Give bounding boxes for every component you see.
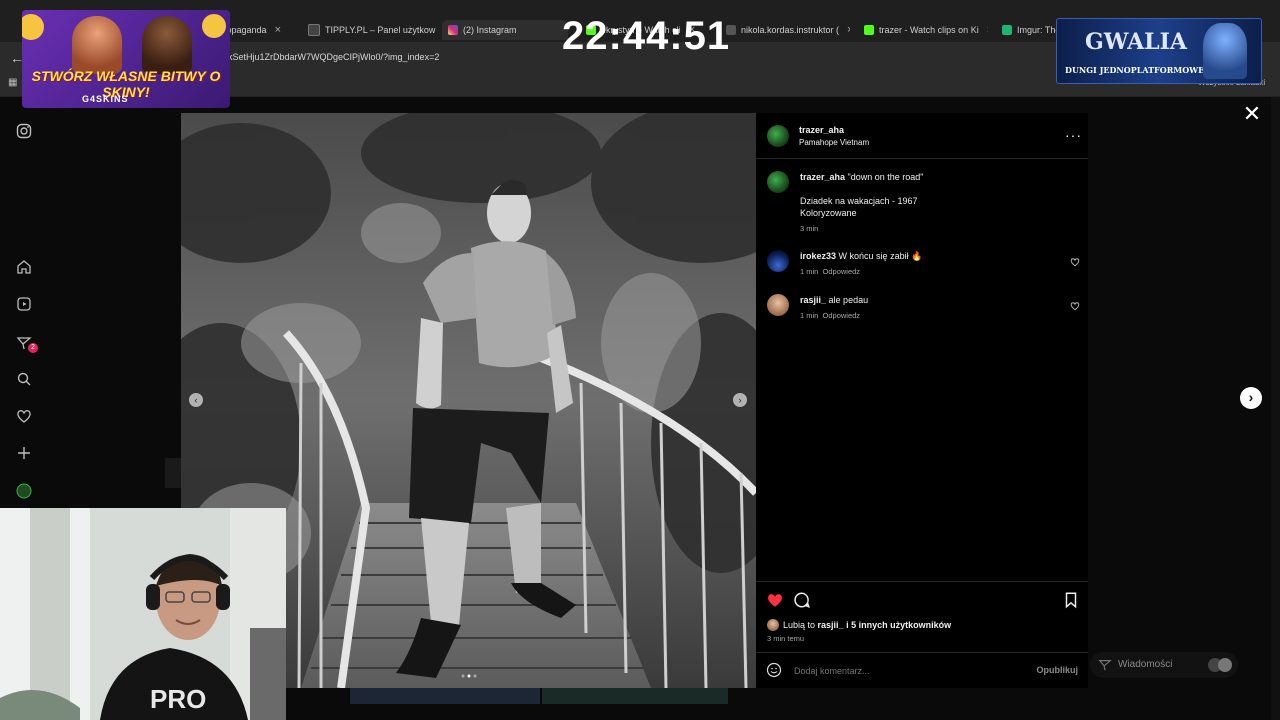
- tab-close-icon[interactable]: ×: [275, 24, 281, 36]
- save-bookmark-icon[interactable]: [1062, 591, 1080, 609]
- publish-button[interactable]: Opublikuj: [1037, 665, 1079, 675]
- avatar: [1218, 658, 1232, 672]
- stream-clock: 22:44:51: [562, 14, 731, 58]
- tab-label: TIPPLY.PL – Panel użytkow: [325, 25, 436, 35]
- comment-meta: 1 min Odpowiedz: [800, 267, 860, 276]
- caption-quote: "down on the road": [847, 172, 924, 182]
- likes-prefix: Lubią to: [783, 620, 816, 630]
- carousel-dots: [460, 673, 478, 679]
- gwalia-promo-banner: GWALIA DUNGI JEDNOPLATFORMOWE: [1056, 18, 1262, 84]
- create-plus-icon[interactable]: [14, 443, 34, 463]
- tab-close-icon[interactable]: ×: [987, 24, 988, 36]
- messages-pill[interactable]: Wiadomości: [1090, 652, 1238, 678]
- instagram-favicon: [448, 25, 458, 35]
- divider: [756, 581, 1088, 582]
- author-avatar[interactable]: [767, 125, 789, 147]
- fighter-illustration: [142, 16, 192, 74]
- like-heart-icon[interactable]: [766, 591, 784, 609]
- knight-illustration: [1203, 23, 1247, 79]
- home-icon[interactable]: [14, 257, 34, 277]
- caption-header: trazer_aha "down on the road": [800, 171, 924, 183]
- promo-title: GWALIA: [1085, 29, 1187, 55]
- instagram-sidebar: 2: [0, 97, 50, 517]
- messages-label: Wiadomości: [1118, 659, 1173, 670]
- background-thumbnail: [350, 688, 540, 704]
- apps-grid-icon[interactable]: ▦: [8, 77, 20, 89]
- comment-avatar[interactable]: [767, 250, 789, 272]
- webcam-image: PRO: [0, 508, 286, 720]
- comment-like-heart-icon[interactable]: [1070, 298, 1080, 311]
- browser-tab[interactable]: TIPPLY.PL – Panel użytkow×: [308, 20, 438, 40]
- carousel-next-icon[interactable]: ›: [733, 393, 747, 407]
- post-location[interactable]: Pamahope Vietnam: [799, 138, 869, 147]
- comment-time: 1 min: [800, 311, 819, 320]
- likes-others[interactable]: i 5 innych użytkowników: [846, 620, 951, 630]
- author-username[interactable]: trazer_aha: [799, 125, 844, 135]
- comment-username[interactable]: irokez33: [800, 251, 836, 261]
- caption-avatar[interactable]: [767, 171, 789, 193]
- caption-line: Dziadek na wakacjach - 1967: [800, 196, 918, 206]
- instagram-logo-icon[interactable]: [14, 121, 34, 141]
- background-thumbnail: [542, 688, 728, 704]
- browser-tab[interactable]: nikola.kordas.instruktor ( ×: [726, 20, 850, 40]
- post-details-panel: trazer_aha Pamahope Vietnam ··· trazer_a…: [756, 113, 1088, 688]
- caption-timestamp: 3 min: [800, 224, 819, 233]
- search-icon[interactable]: [14, 369, 34, 389]
- webcam-feed: PRO: [0, 508, 286, 720]
- comment-input[interactable]: [792, 663, 1016, 679]
- close-icon[interactable]: ✕: [1242, 103, 1262, 125]
- more-options-icon[interactable]: ···: [1065, 127, 1082, 143]
- comment-avatar[interactable]: [767, 294, 789, 316]
- tab-close-icon[interactable]: ×: [847, 24, 850, 36]
- carousel-prev-icon[interactable]: ‹: [189, 393, 203, 407]
- url-input[interactable]: kSetHju1ZrDbdarW7WQDgeCIPjWlo0/?img_inde…: [228, 52, 439, 62]
- browser-tab[interactable]: trazer - Watch clips on Ki ×: [864, 20, 988, 40]
- reels-icon[interactable]: [14, 294, 34, 314]
- emoji-icon[interactable]: [766, 662, 782, 678]
- tab-label: Imgur: The: [1017, 25, 1058, 35]
- tab-label: nikola.kordas.instruktor (: [741, 25, 840, 35]
- notifications-heart-icon[interactable]: [14, 406, 34, 426]
- comment-username[interactable]: rasjii_: [800, 295, 826, 305]
- comment-time: 1 min: [800, 267, 819, 276]
- post-timestamp: 3 min temu: [767, 634, 805, 643]
- g4skins-promo-banner: STWÓRZ WŁASNE BITWY O SKINY! G4SKINS: [22, 10, 230, 108]
- comment-body: W końcu się zabił 🔥: [838, 251, 923, 261]
- fighter-illustration: [72, 16, 122, 74]
- tab-label: trazer - Watch clips on Ki: [879, 25, 979, 35]
- scrollbar[interactable]: [1271, 97, 1280, 720]
- comment-bubble-icon[interactable]: [793, 591, 811, 609]
- comment-meta: 1 min Odpowiedz: [800, 311, 860, 320]
- reply-link[interactable]: Odpowiedz: [823, 267, 861, 276]
- browser-tab[interactable]: Imgur: The: [1002, 20, 1058, 40]
- emblem-icon: [22, 14, 44, 40]
- likes-avatar: [767, 619, 779, 631]
- comment-body: ale pedau: [828, 295, 869, 305]
- messenger-icon: [1098, 658, 1112, 672]
- emblem-icon: [202, 14, 226, 38]
- imgur-favicon: [1002, 25, 1012, 35]
- next-post-chevron-icon[interactable]: ›: [1240, 387, 1262, 409]
- background-card: [165, 458, 181, 488]
- notification-badge: 2: [28, 343, 38, 353]
- caption-username[interactable]: trazer_aha: [800, 172, 845, 182]
- tab-label: (2) Instagram: [463, 25, 517, 35]
- kick-favicon: [864, 25, 874, 35]
- reply-link[interactable]: Odpowiedz: [823, 311, 861, 320]
- promo-subtitle: DUNGI JEDNOPLATFORMOWE: [1065, 65, 1205, 75]
- comment-text: rasjii_ ale pedau: [800, 294, 868, 306]
- profile-avatar[interactable]: [14, 481, 34, 501]
- likes-summary[interactable]: Lubią to rasjii_ i 5 innych użytkowników: [783, 619, 951, 631]
- likes-username[interactable]: rasjii_: [818, 620, 844, 630]
- tab-favicon: [308, 24, 320, 36]
- divider: [756, 158, 1088, 159]
- promo-brand: G4SKINS: [82, 94, 129, 104]
- svg-text:PRO: PRO: [150, 684, 206, 714]
- comment-text: irokez33 W końcu się zabił 🔥: [800, 250, 922, 262]
- caption-line: Koloryzowane: [800, 208, 857, 218]
- browser-tab-active[interactable]: (2) Instagram: [442, 20, 568, 40]
- divider: [756, 652, 1088, 653]
- comment-like-heart-icon[interactable]: [1070, 254, 1080, 267]
